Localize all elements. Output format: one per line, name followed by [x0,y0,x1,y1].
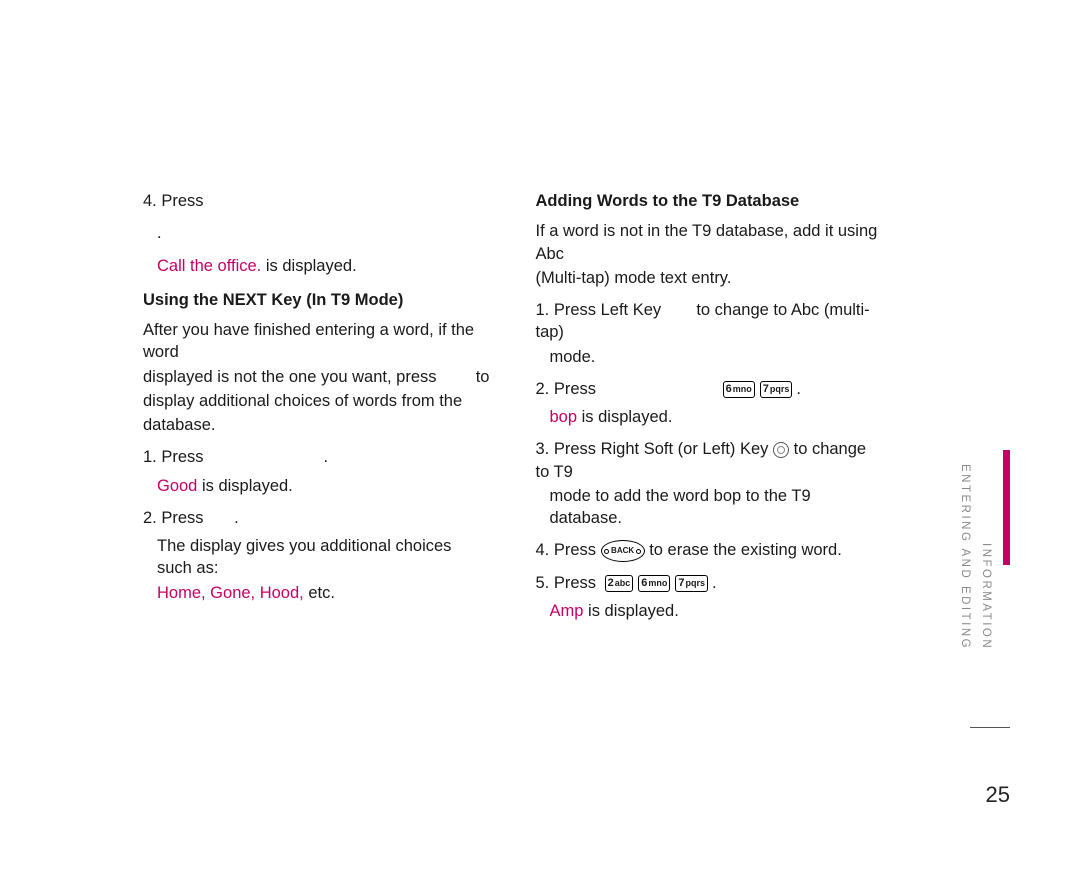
nk-intro-l2: displayed is not the one you want, press… [143,366,491,388]
t9-intro-l2: (Multi-tap) mode text entry. [536,267,884,289]
key-7pqrs-icon: 7pqrs [760,381,793,398]
nk-step2-choices: The display gives you additional choices… [157,535,491,580]
right-column: Adding Words to the T9 Database If a wor… [536,190,884,633]
nk-intro-l1: After you have finished entering a word,… [143,319,491,364]
key-6mno-icon: 6mno [723,381,755,398]
step4-press: 4. Press [143,190,491,212]
section-tab-bar [1003,450,1010,565]
side-label-line2: INFORMATION [977,543,993,650]
t9-step5: 5. Press 2abc 6mno 7pqrs . [536,572,884,594]
left-column: 4. Press . Call the office. is displayed… [143,190,491,633]
t9-step2-result: bop is displayed. [550,406,884,428]
side-label-line1: ENTERING AND EDITING [956,464,972,650]
call-office-line: Call the office. is displayed. [157,255,491,277]
key-back-icon: BACK [601,540,645,562]
call-office-text: Call the office. [157,257,261,275]
page-number: 25 [986,780,1010,810]
nk-intro-l4: database. [143,414,491,436]
t9-step1-l1: 1. Press Left Key to change to Abc (mult… [536,299,884,344]
nk-step1-result: Good is displayed. [157,475,491,497]
keys-2-6-7: 2abc 6mno 7pqrs [605,575,708,592]
next-key-heading: Using the NEXT Key (In T9 Mode) [143,289,491,311]
t9-step2: 2. Press 6mno 7pqrs . [536,378,884,400]
t9-add-heading: Adding Words to the T9 Database [536,190,884,212]
call-office-suffix: is displayed. [261,257,356,275]
t9-step5-result: Amp is displayed. [550,600,884,622]
nk-step2-examples: Home, Gone, Hood, etc. [157,582,491,604]
t9-step3-l1: 3. Press Right Soft (or Left) Key to cha… [536,438,884,483]
nk-intro-l3: display additional choices of words from… [143,390,491,412]
key-6mno-icon-2: 6mno [638,575,670,592]
content-columns: 4. Press . Call the office. is displayed… [143,190,883,633]
section-side-label: ENTERING AND EDITING INFORMATION [956,464,995,656]
key-7pqrs-icon-2: 7pqrs [675,575,708,592]
key-2abc-icon: 2abc [605,575,634,592]
t9-step4: 4. Press BACK to erase the existing word… [536,539,884,562]
keys-6-7: 6mno 7pqrs [723,381,793,398]
nk-step2: 2. Press . [143,507,491,529]
t9-intro-l1: If a word is not in the T9 database, add… [536,220,884,265]
nk-step1: 1. Press. [143,446,491,468]
blank-keyrow: . [157,222,491,244]
softkey-circle-icon [773,442,789,458]
t9-step3-l2: mode to add the word bop to the T9 datab… [550,485,884,530]
t9-step1-l2: mode. [550,346,884,368]
section-tab-rule [970,727,1010,728]
manual-page: 4. Press . Call the office. is displayed… [0,0,1080,896]
